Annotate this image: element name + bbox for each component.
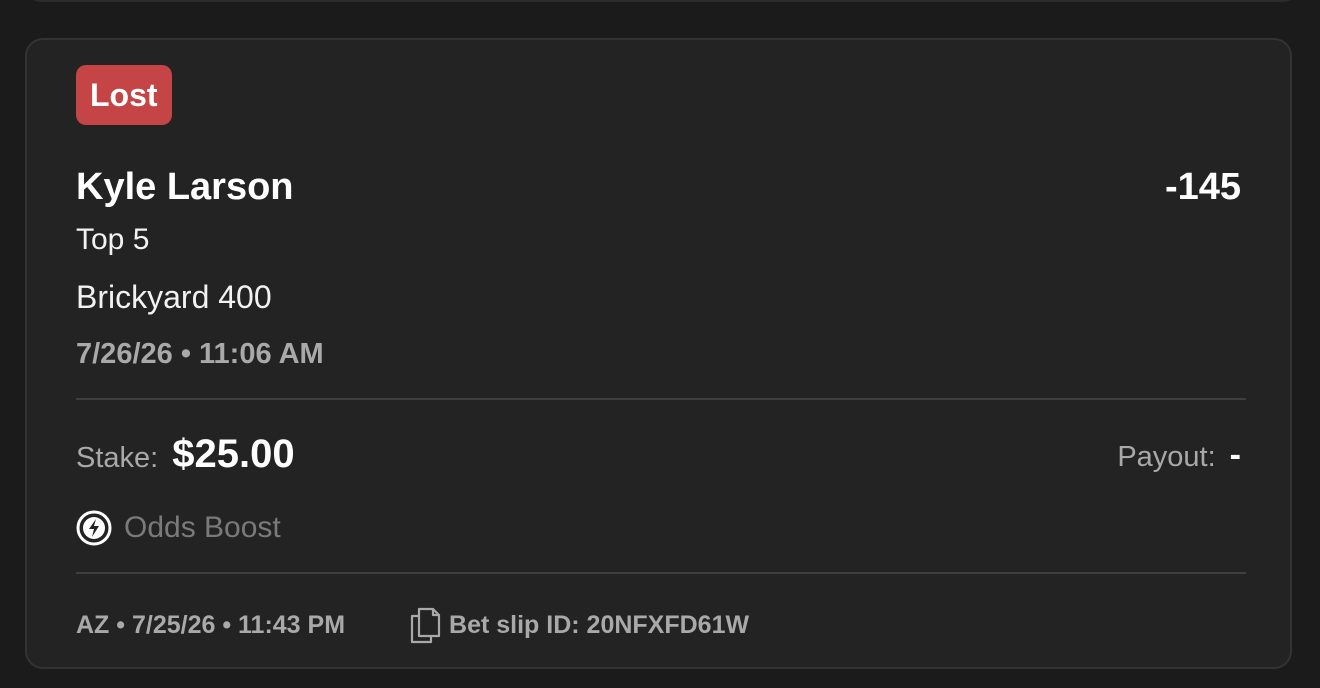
odds-boost-label: Odds Boost [124, 511, 281, 544]
stake-value: $25.00 [172, 432, 295, 476]
event-datetime: 7/26/26 • 11:06 AM [76, 338, 324, 370]
payout-row: Payout: - [1117, 436, 1241, 475]
divider [76, 398, 1246, 400]
placement-info: AZ • 7/25/26 • 11:43 PM [76, 610, 346, 639]
bet-footer: AZ • 7/25/26 • 11:43 PM Bet slip ID: 20N… [76, 606, 749, 644]
selection-name: Kyle Larson [76, 166, 294, 208]
payout-label: Payout: [1117, 441, 1216, 473]
odds-value: -145 [1164, 166, 1241, 208]
copy-icon[interactable] [409, 606, 441, 644]
previous-bet-card [25, 0, 1299, 2]
event-name: Brickyard 400 [76, 279, 272, 315]
divider [76, 572, 1246, 574]
stake-row: Stake: $25.00 [76, 432, 295, 477]
stake-label: Stake: [76, 442, 159, 474]
bet-slip-id-copy[interactable]: Bet slip ID: 20NFXFD61W [409, 606, 749, 644]
payout-value: - [1229, 436, 1241, 474]
odds-boost-row: Odds Boost [76, 510, 281, 546]
lightning-bolt-icon [76, 510, 112, 546]
market-name: Top 5 [76, 223, 150, 256]
bet-card[interactable]: Lost Kyle Larson -145 Top 5 Brickyard 40… [25, 38, 1292, 669]
status-badge: Lost [76, 65, 172, 125]
bet-slip-id: Bet slip ID: 20NFXFD61W [449, 610, 750, 639]
